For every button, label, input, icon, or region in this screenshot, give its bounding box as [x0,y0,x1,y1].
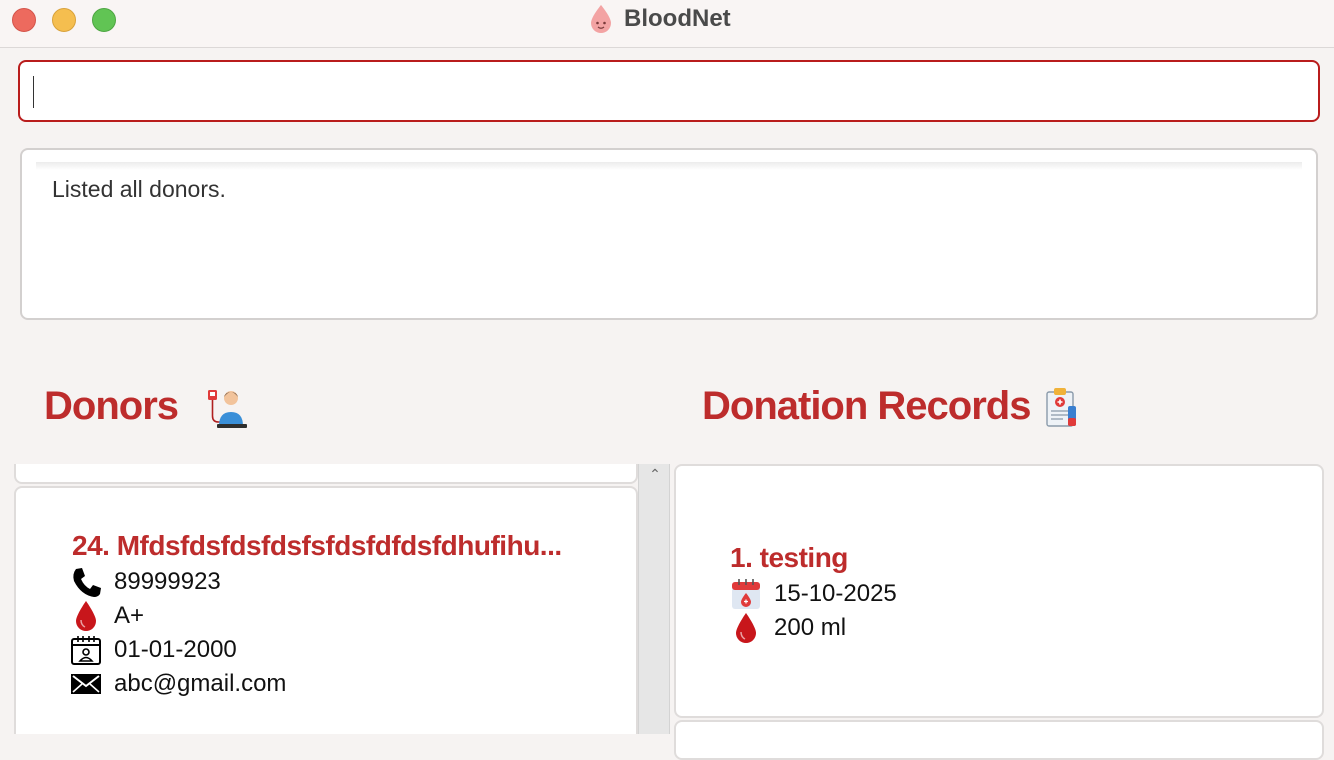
minimize-window-button[interactable] [52,8,76,32]
donor-list-scrollbar[interactable]: ⌃ [638,464,670,734]
donor-name: 24. Mfdsfdsfdsfdsfsfdsfdfdsfdhufihu... [72,530,562,561]
app-title: BloodNet [588,4,731,34]
donor-icon [208,390,247,428]
close-window-button[interactable] [12,8,36,32]
donor-phone: 89999923 [114,568,221,595]
maximize-window-button[interactable] [92,8,116,32]
donor-date-of-birth: 01-01-2000 [114,636,237,663]
donation-date-calendar-icon [732,579,760,609]
donation-record-card-next[interactable] [674,720,1324,760]
record-title: 1. testing [730,542,848,573]
medical-clipboard-icon [1046,388,1076,427]
record-date: 15-10-2025 [774,580,897,607]
text-caret [33,76,34,108]
blood-drop-icon [76,601,96,631]
donation-records-heading: Donation Records [702,384,1031,428]
donor-blood-type: A+ [114,602,145,629]
donor-card-previous[interactable] [14,464,638,484]
app-name: BloodNet [624,5,731,32]
scroll-up-arrow-icon[interactable]: ⌃ [647,466,663,482]
phone-icon [73,568,101,597]
record-volume: 200 ml [774,614,847,641]
command-input[interactable] [18,60,1320,122]
donor-list[interactable]: 24. Mfdsfdsfdsfdsfsfdsfdfdsfdhufihu... 8… [14,464,638,734]
result-display: Listed all donors. [20,148,1318,320]
blood-drop-logo-icon [591,5,611,33]
email-envelope-icon [71,674,101,694]
donors-heading: Donors [44,384,179,428]
window-titlebar: BloodNet [0,0,1334,48]
donor-email: abc@gmail.com [114,670,287,697]
birthday-calendar-icon [71,636,101,665]
donor-card[interactable]: 24. Mfdsfdsfdsfdsfsfdsfdfdsfdhufihu... 8… [14,486,638,734]
donation-record-card[interactable]: 1. testing 15-10-2025 200 ml [674,464,1324,718]
result-message: Listed all donors. [52,176,226,202]
blood-volume-drop-icon [736,613,756,643]
